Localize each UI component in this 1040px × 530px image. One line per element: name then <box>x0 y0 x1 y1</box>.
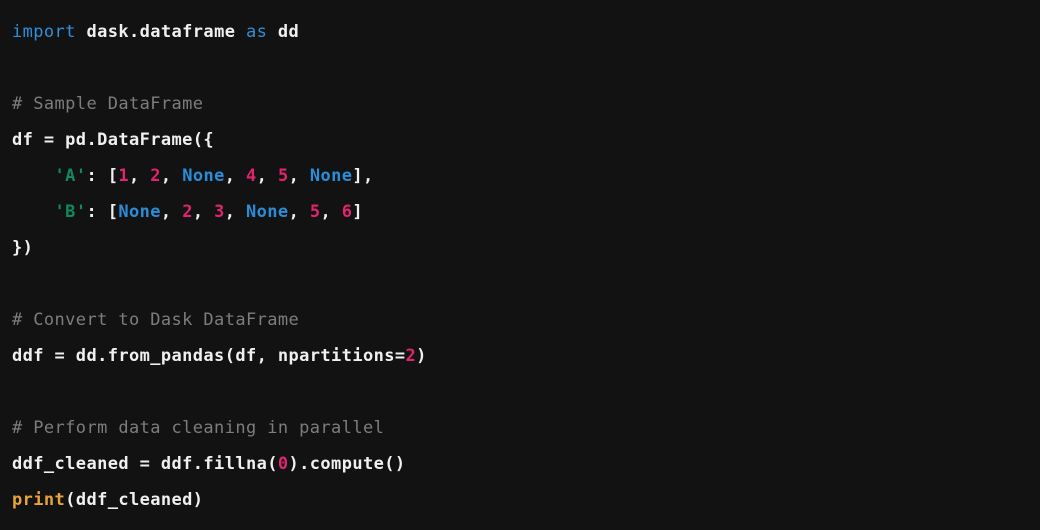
code-line-blank[interactable] <box>12 374 1040 410</box>
code-token-plain: ddf_cleaned = ddf.fillna( <box>12 454 278 474</box>
code-line[interactable]: # Sample DataFrame <box>12 86 1040 122</box>
code-token-const: None <box>118 202 161 222</box>
code-line[interactable]: }) <box>12 230 1040 266</box>
code-token-const: None <box>246 202 289 222</box>
code-token-number: 6 <box>341 202 353 222</box>
code-line[interactable]: ddf_cleaned = ddf.fillna(0).compute() <box>12 446 1040 482</box>
code-line[interactable]: 'B': [None, 2, 3, None, 5, 6] <box>12 194 1040 230</box>
code-token-plain: dask.dataframe <box>75 22 246 42</box>
code-line[interactable]: # Perform data cleaning in parallel <box>12 410 1040 446</box>
code-token-plain: ] <box>352 202 364 222</box>
code-token-comment: # Convert to Dask DataFrame <box>12 310 300 330</box>
code-line[interactable]: ddf = dd.from_pandas(df, npartitions=2) <box>12 338 1040 374</box>
code-token-number: 2 <box>405 346 417 366</box>
code-token-plain: , <box>224 166 247 186</box>
code-token-number: 4 <box>246 166 257 186</box>
code-token-plain: ], <box>352 166 374 186</box>
code-token-plain: ) <box>416 346 427 366</box>
code-token-plain: df = pd.DataFrame({ <box>12 130 215 150</box>
code-line[interactable]: # Convert to Dask DataFrame <box>12 302 1040 338</box>
code-token-string: 'B' <box>54 202 87 222</box>
code-token-plain: : [ <box>86 202 119 222</box>
code-token-plain: , <box>160 166 183 186</box>
code-token-plain: : [ <box>86 166 119 186</box>
code-token-comment: # Sample DataFrame <box>12 94 204 114</box>
code-token-number: 2 <box>182 202 193 222</box>
code-token-number: 0 <box>277 454 289 474</box>
code-token-keyword: import <box>12 22 76 42</box>
code-token-plain: }) <box>12 238 34 258</box>
code-token-plain: , <box>192 202 215 222</box>
code-token-number: 5 <box>309 202 321 222</box>
code-line-blank[interactable] <box>12 266 1040 302</box>
code-line-blank[interactable] <box>12 50 1040 86</box>
code-token-const: None <box>182 166 225 186</box>
code-token-const: None <box>309 166 353 186</box>
code-token-plain: , <box>288 166 310 186</box>
code-token-plain: , <box>160 202 183 222</box>
code-token-plain: (ddf_cleaned) <box>65 490 204 510</box>
code-token-builtin: print <box>12 490 66 510</box>
code-token-number: 1 <box>118 166 129 186</box>
code-token-number: 2 <box>150 166 161 186</box>
code-token-keyword: as <box>245 22 268 42</box>
code-line[interactable]: import dask.dataframe as dd <box>12 14 1040 50</box>
code-token-plain: , <box>224 202 247 222</box>
code-token-plain: , <box>288 202 310 222</box>
code-token-number: 5 <box>277 166 289 186</box>
code-token-plain: , <box>320 202 342 222</box>
code-token-plain: dd <box>267 22 300 42</box>
code-line[interactable]: print(ddf_cleaned) <box>12 482 1040 518</box>
code-token-comment: # Perform data cleaning in parallel <box>12 418 385 438</box>
code-token-plain: , <box>129 166 151 186</box>
code-token-plain: , <box>256 166 278 186</box>
code-token-number: 3 <box>214 202 225 222</box>
code-editor-pane[interactable]: import dask.dataframe as dd # Sample Dat… <box>0 0 1040 530</box>
code-token-plain: ).compute() <box>288 454 406 474</box>
code-line[interactable]: df = pd.DataFrame({ <box>12 122 1040 158</box>
code-token-plain: ddf = dd.from_pandas(df, npartitions= <box>12 346 406 366</box>
code-token-string: 'A' <box>54 166 87 186</box>
code-line[interactable]: 'A': [1, 2, None, 4, 5, None], <box>12 158 1040 194</box>
